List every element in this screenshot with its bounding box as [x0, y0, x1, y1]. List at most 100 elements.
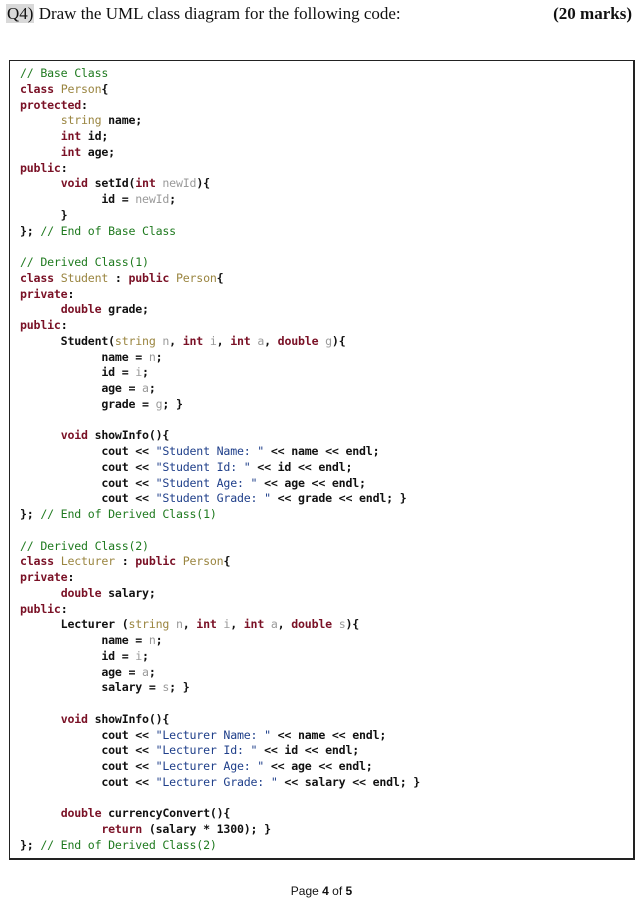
page-total: 5 — [345, 884, 353, 898]
code-token-plain: ; — [169, 192, 176, 206]
code-token-plain: << name << endl; — [264, 444, 380, 458]
page-current: 4 — [322, 884, 329, 898]
code-token-kw: private — [20, 570, 68, 584]
code-token-plain: age = — [20, 381, 143, 395]
code-token-kw: double — [60, 585, 102, 600]
code-token-str: "Student Grade: " — [155, 491, 271, 506]
code-token-cmt: // End of Derived Class(1) — [40, 507, 217, 521]
code-token-str: "Student Age: " — [155, 475, 258, 490]
code-token-prm: newId — [155, 176, 197, 191]
code-line: // Derived Class(1) — [20, 255, 420, 271]
code-token-cls: Student — [60, 270, 109, 285]
code-token-plain: << age << endl; — [264, 759, 373, 773]
code-token-plain: ; } — [162, 396, 183, 411]
code-token-plain: << age << endl; — [257, 475, 366, 490]
code-token-kw: class — [20, 81, 61, 96]
code-token-plain: : — [60, 160, 68, 175]
code-token-plain: }; — [20, 223, 41, 238]
code-token-plain: , — [277, 617, 292, 632]
code-token-plain: ; — [155, 633, 163, 647]
code-token-plain: cout << — [20, 475, 156, 490]
code-token-str: "Lecturer Id: " — [155, 743, 258, 758]
code-token-kw: double — [277, 333, 319, 348]
code-token-kw: int — [230, 333, 251, 348]
code-line: cout << "Lecturer Name: " << name << end… — [20, 728, 420, 744]
code-line: cout << "Lecturer Grade: " << salary << … — [20, 775, 420, 791]
code-token-kw: void — [60, 428, 88, 443]
code-token-prm: a — [142, 381, 149, 395]
code-token-prm: n — [169, 617, 183, 632]
code-line: class Lecturer : public Person{ — [20, 554, 420, 570]
code-token-prm: n — [148, 633, 156, 647]
code-line: // Derived Class(2) — [20, 539, 420, 555]
code-token-kw: public — [20, 318, 61, 332]
code-line: name = n; — [20, 350, 420, 366]
code-token-plain: ){ — [345, 617, 360, 632]
code-token-plain: }; — [20, 507, 41, 521]
code-token-plain: << salary << endl; } — [277, 774, 421, 789]
code-token-plain: , — [230, 617, 244, 632]
code-token-kw: class — [20, 554, 61, 569]
code-token-plain: ; — [142, 648, 149, 663]
code-token-plain: name; — [101, 113, 143, 128]
code-token-kw: public — [20, 601, 61, 616]
code-line: id = newId; — [20, 192, 420, 208]
code-token-plain: << id << endl; — [257, 743, 360, 758]
code-line: int age; — [20, 145, 420, 161]
code-token-str: "Lecturer Grade: " — [155, 774, 278, 789]
code-line: cout << "Lecturer Age: " << age << endl; — [20, 759, 420, 775]
code-token-cmt: // End of Derived Class(2) — [40, 837, 217, 852]
code-token-plain: : — [60, 318, 68, 332]
question-number: Q4) — [6, 4, 35, 23]
code-token-plain: Lecturer ( — [20, 617, 129, 632]
code-token-plain: { — [223, 554, 231, 569]
code-token-plain: cout << — [20, 491, 156, 506]
code-token-kw: void — [60, 711, 88, 726]
code-token-prm: newId — [135, 192, 170, 206]
code-token-cmt: // Derived Class(1) — [20, 255, 149, 269]
code-token-plain: id = — [20, 192, 136, 206]
code-token-plain: << name << endl; — [270, 727, 387, 742]
code-token-plain: }; — [20, 837, 41, 852]
code-line: id = i; — [20, 649, 420, 665]
code-line: string name; — [20, 113, 420, 129]
code-token-plain: : — [81, 97, 88, 112]
code-token-plain: : — [114, 554, 136, 569]
code-token-plain: id = — [20, 365, 136, 380]
code-token-plain: ; — [148, 664, 156, 679]
code-line: cout << "Student Name: " << name << endl… — [20, 444, 420, 460]
code-token-plain: salary; — [101, 585, 156, 600]
code-token-plain: : — [60, 601, 68, 616]
code-token-cmt: // Base Class — [20, 66, 109, 80]
code-line: age = a; — [20, 665, 420, 681]
code-line: void setId(int newId){ — [20, 176, 420, 192]
page-footer: Page 4 of 5 — [0, 884, 643, 898]
code-token-kw: public — [135, 554, 183, 569]
code-token-plain: cout << — [20, 444, 156, 458]
code-line: cout << "Student Grade: " << grade << en… — [20, 491, 420, 507]
code-token-plain: (salary * 1300); } — [142, 822, 271, 836]
question-marks: (20 marks) — [553, 4, 632, 23]
code-token-plain: , — [216, 333, 231, 348]
code-line: }; // End of Derived Class(1) — [20, 507, 420, 523]
code-token-plain: << id << endl; — [250, 459, 353, 474]
code-line: class Student : public Person{ — [20, 271, 420, 287]
code-token-plain: cout << — [20, 774, 156, 789]
code-token-kw: double — [60, 302, 102, 317]
code-token-kw: double — [60, 806, 102, 821]
code-token-prm: a — [250, 333, 265, 348]
code-token-prm: n — [155, 333, 170, 348]
code-line: } — [20, 208, 420, 224]
code-line: name = n; — [20, 633, 420, 649]
code-token-plain: : — [67, 570, 75, 584]
code-token-str: "Student Id: " — [155, 459, 251, 474]
code-token-plain: id = — [20, 648, 136, 663]
code-token-kw: private — [20, 286, 68, 301]
